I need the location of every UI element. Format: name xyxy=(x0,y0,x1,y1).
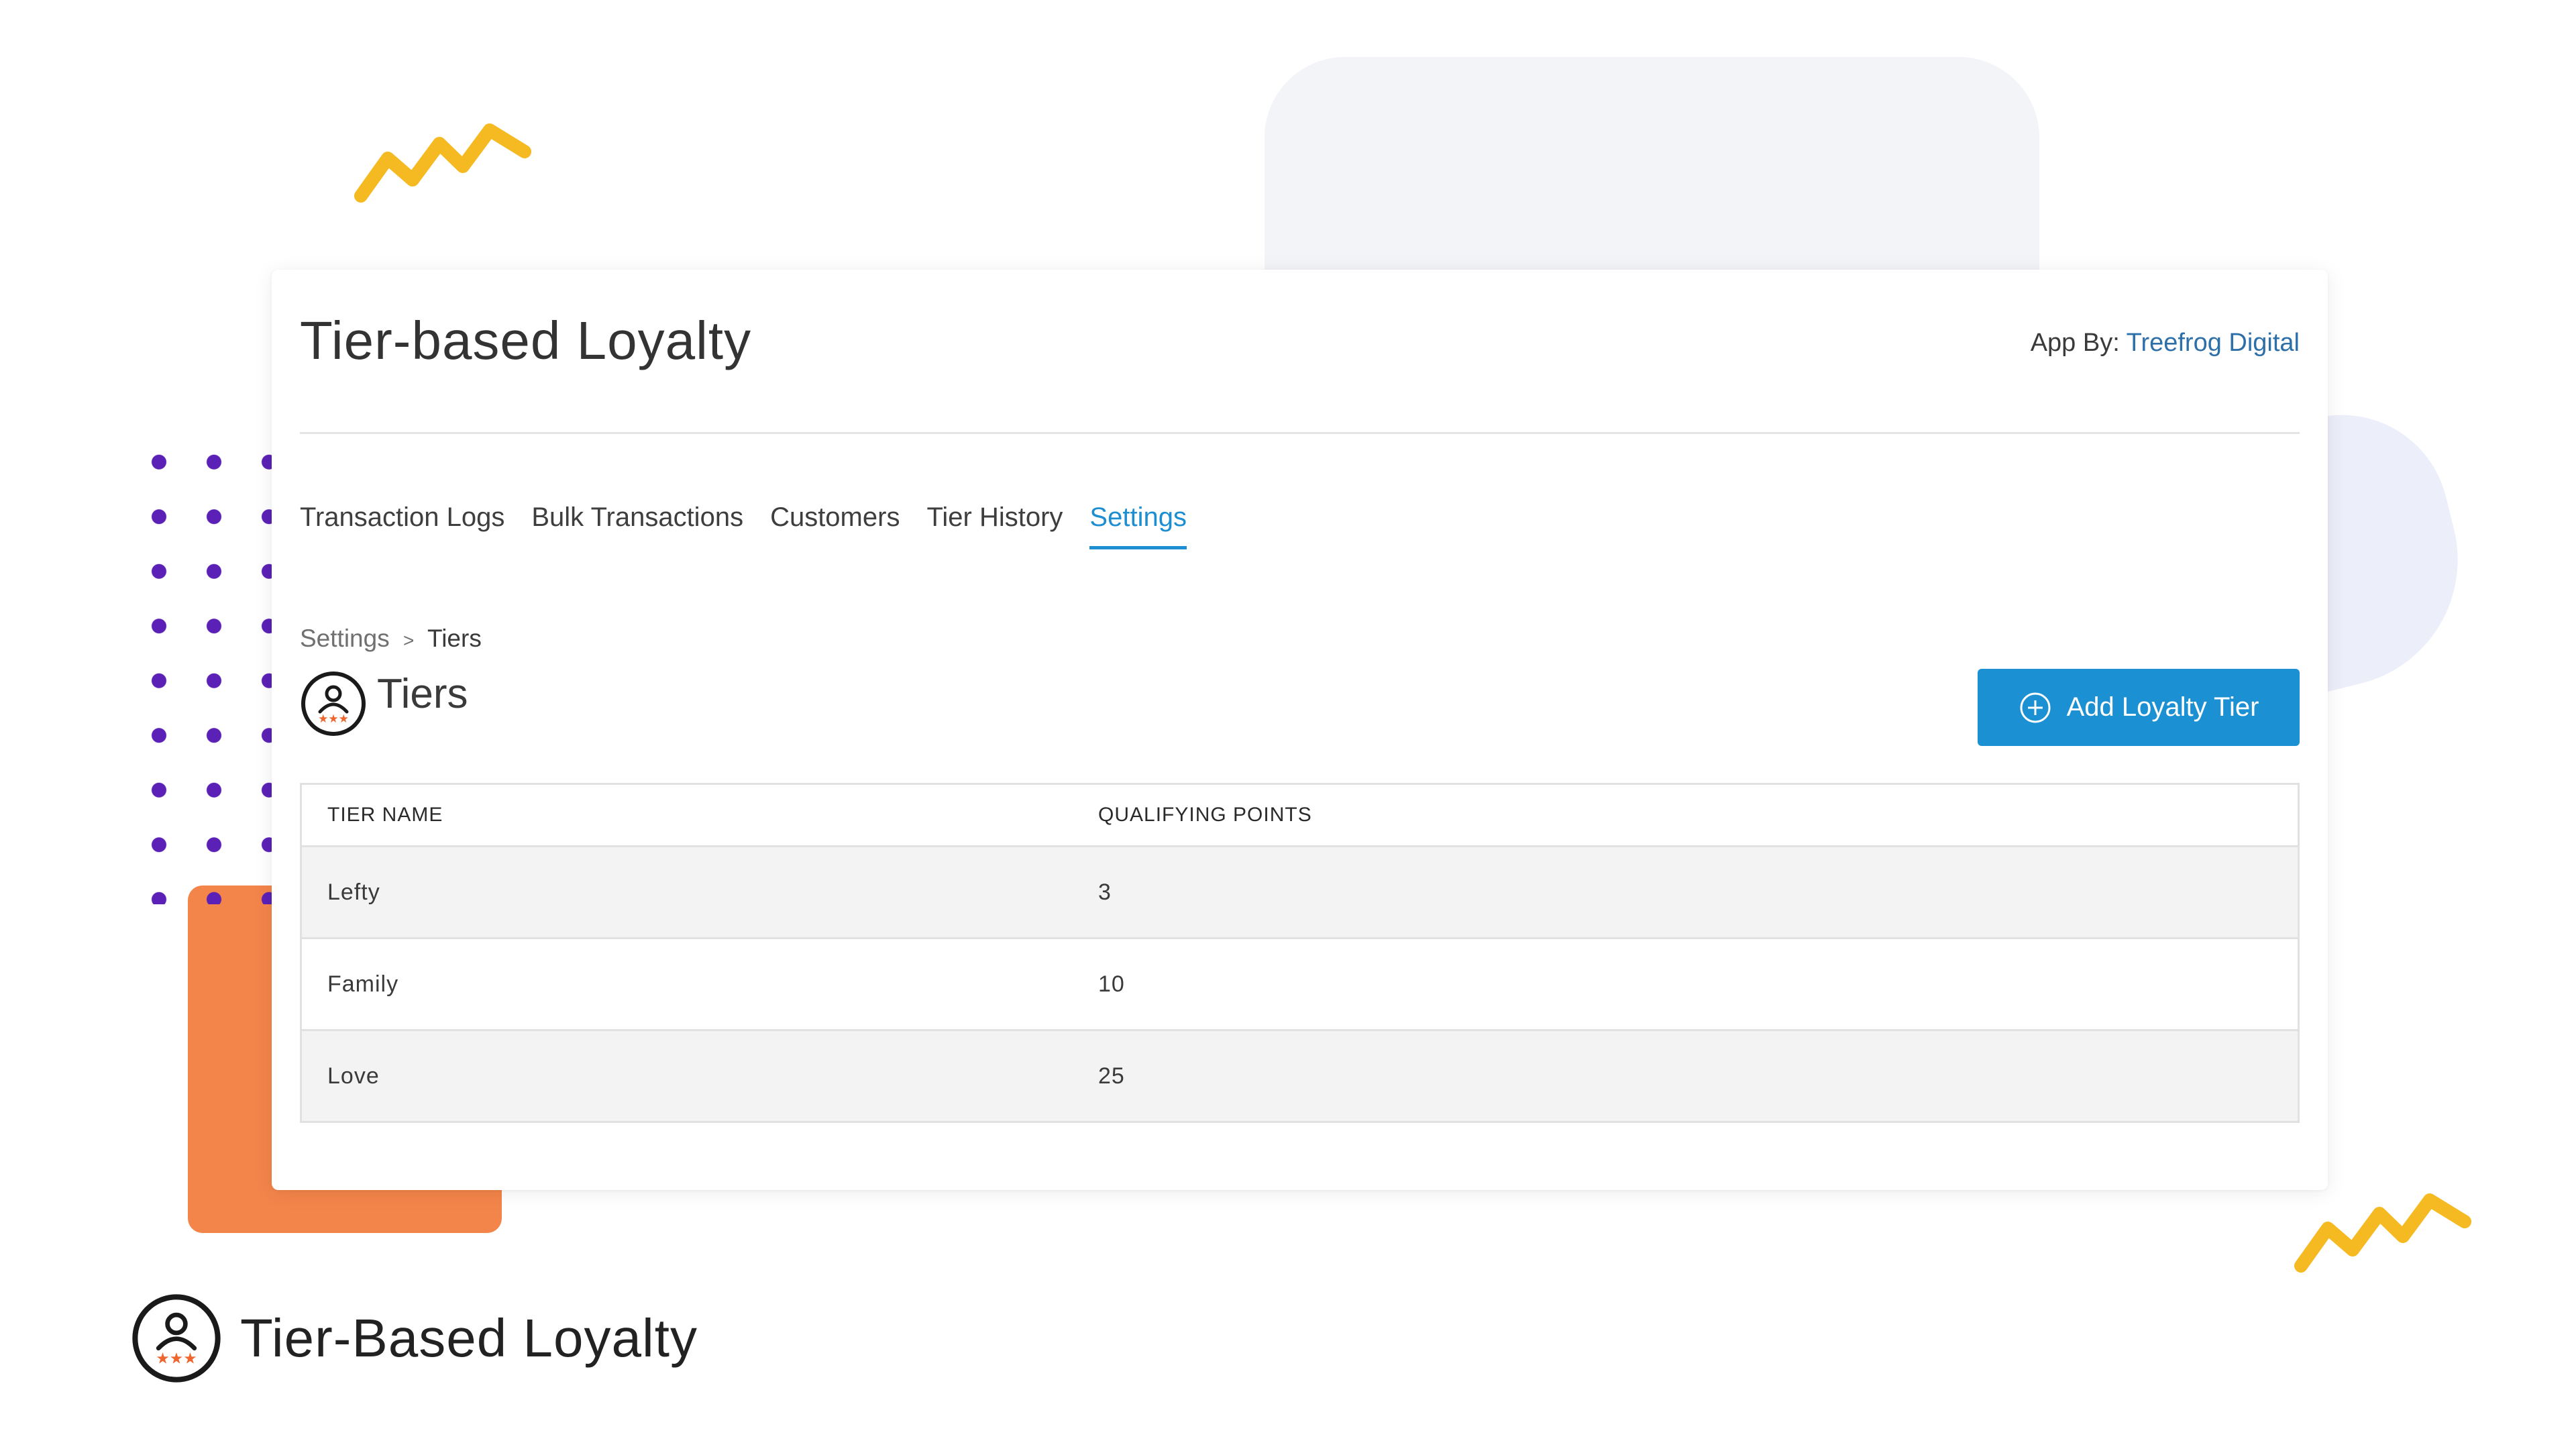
qualifying-points-cell: 25 xyxy=(1073,1030,2299,1123)
tab-tier-history[interactable]: Tier History xyxy=(926,501,1063,549)
user-stars-icon: ★★★ xyxy=(301,672,366,736)
add-loyalty-tier-label: Add Loyalty Tier xyxy=(2066,692,2259,722)
section-title: Tiers xyxy=(377,671,468,717)
add-loyalty-tier-button[interactable]: Add Loyalty Tier xyxy=(1978,669,2300,746)
brand-lockup: ★★★ Tier-Based Loyalty xyxy=(131,1293,698,1383)
tier-name-cell: Lefty xyxy=(301,846,1073,939)
app-credit: App By: Treefrog Digital xyxy=(2031,329,2300,358)
table-row[interactable]: Love 25 xyxy=(301,1030,2299,1123)
column-header-qualifying-points[interactable]: QUALIFYING POINTS xyxy=(1073,784,2299,847)
tab-transaction-logs[interactable]: Transaction Logs xyxy=(300,501,504,549)
breadcrumb-parent[interactable]: Settings xyxy=(300,625,390,652)
tiers-table: TIER NAME QUALIFYING POINTS Lefty 3 Fami… xyxy=(300,783,2300,1123)
zigzag-decoration-top xyxy=(354,123,531,203)
tier-name-cell: Family xyxy=(301,938,1073,1031)
plus-circle-icon xyxy=(2020,692,2051,722)
column-header-tier-name[interactable]: TIER NAME xyxy=(301,784,1073,847)
background-dot-grid xyxy=(131,435,279,904)
brand-name: Tier-Based Loyalty xyxy=(240,1308,698,1368)
qualifying-points-cell: 3 xyxy=(1073,846,2299,939)
table-header-row: TIER NAME QUALIFYING POINTS xyxy=(301,784,2299,847)
vendor-link[interactable]: Treefrog Digital xyxy=(2127,329,2300,357)
app-card: Tier-based Loyalty App By: Treefrog Digi… xyxy=(272,270,2328,1190)
app-by-label: App By: xyxy=(2030,329,2120,357)
page-title: Tier-based Loyalty xyxy=(300,311,752,370)
tab-settings[interactable]: Settings xyxy=(1089,501,1187,549)
user-stars-icon: ★★★ xyxy=(132,1294,221,1383)
qualifying-points-cell: 10 xyxy=(1073,938,2299,1031)
breadcrumb-separator: > xyxy=(402,630,415,651)
section-header: ★★★ Tiers Add Loyalty Tier xyxy=(300,655,2300,783)
breadcrumb: Settings > Tiers xyxy=(300,622,2300,655)
svg-text:★★★: ★★★ xyxy=(156,1350,197,1368)
nav-tabs: Transaction Logs Bulk Transactions Custo… xyxy=(300,434,2300,568)
zigzag-decoration-bottom xyxy=(2294,1193,2471,1273)
tab-bulk-transactions[interactable]: Bulk Transactions xyxy=(531,501,743,549)
tier-name-cell: Love xyxy=(301,1030,1073,1123)
app-header: Tier-based Loyalty App By: Treefrog Digi… xyxy=(300,270,2300,434)
breadcrumb-current: Tiers xyxy=(427,625,482,652)
tab-customers[interactable]: Customers xyxy=(770,501,900,549)
table-row[interactable]: Family 10 xyxy=(301,938,2299,1031)
table-row[interactable]: Lefty 3 xyxy=(301,846,2299,939)
svg-text:★★★: ★★★ xyxy=(318,712,349,726)
